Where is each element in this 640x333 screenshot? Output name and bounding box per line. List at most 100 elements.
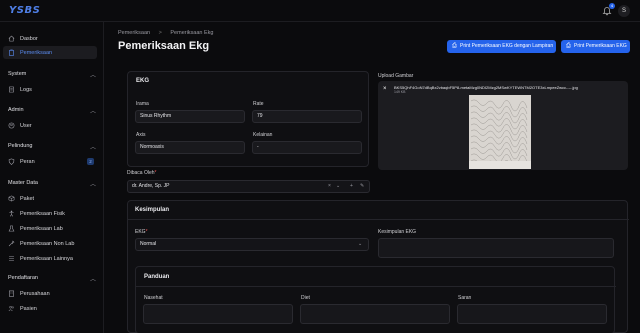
dibaca-oleh-label: Dibaca Oleh* xyxy=(127,170,157,176)
close-icon[interactable]: × xyxy=(383,86,387,92)
saran-field[interactable] xyxy=(457,304,607,324)
kesimpulan-ekg-field[interactable] xyxy=(378,238,614,258)
sidebar-item-label: Perusahaan xyxy=(20,290,50,297)
sidebar-group-system[interactable]: System ︿ xyxy=(8,70,96,79)
sidebar-item-dasbor[interactable]: Dasbor xyxy=(3,32,97,45)
sidebar-group-admin[interactable]: Admin ︿ xyxy=(8,106,96,115)
ekg-card-title: EKG xyxy=(136,78,150,84)
sidebar-item-user[interactable]: User xyxy=(3,119,97,132)
upload-dropzone[interactable]: × BKS5QhF4GoN7dBqBx2vbaqbF5P8-metaMzg0ND… xyxy=(378,81,628,170)
users-icon xyxy=(8,305,14,312)
edit-icon[interactable]: ✎ xyxy=(360,181,364,192)
sidebar-item-pasien[interactable]: Pasien xyxy=(3,302,97,315)
sidebar-group-label: Pelindung xyxy=(8,143,33,149)
ecg-image-preview[interactable] xyxy=(469,95,531,169)
irama-field[interactable]: Sinus Rhythm xyxy=(135,110,245,123)
axis-field[interactable]: Normoaxis xyxy=(135,141,245,154)
diet-label: Diet xyxy=(301,295,310,301)
flask-icon xyxy=(8,225,15,232)
irama-label: Irama xyxy=(136,101,149,107)
plus-icon[interactable]: + xyxy=(350,181,353,192)
kesimpulan-card-title: Kesimpulan xyxy=(135,207,170,213)
chevron-up-icon: ︿ xyxy=(89,182,96,188)
chevron-up-icon: ︿ xyxy=(89,73,96,79)
axis-label: Axis xyxy=(136,132,146,138)
sidebar: Dasbor Pemeriksaan System ︿ Logs Admin ︿… xyxy=(0,22,104,333)
sidebar-item-label: Pemeriksaan Non Lab xyxy=(20,240,75,247)
sidebar-item-pemeriksaan[interactable]: Pemeriksaan xyxy=(3,46,97,59)
rate-field[interactable]: 79 xyxy=(252,110,362,123)
print-label: Print Pemeriksaan EKG xyxy=(574,43,627,49)
breadcrumb-parent[interactable]: Pemeriksaan xyxy=(118,30,150,36)
sidebar-group-pelindung[interactable]: Pelindung ︿ xyxy=(8,142,96,151)
sidebar-group-master-data[interactable]: Master Data ︿ xyxy=(8,179,96,188)
chevron-up-icon: ︿ xyxy=(89,109,96,115)
count-badge: 2 xyxy=(87,158,94,165)
sidebar-item-perusahaan[interactable]: Perusahaan xyxy=(3,287,97,300)
divider xyxy=(136,286,616,287)
person-icon xyxy=(9,210,14,217)
building-icon xyxy=(9,290,14,297)
notification-badge: 4 xyxy=(609,3,615,9)
ekg-card: EKG Irama Sinus Rhythm Rate 79 Axis Norm… xyxy=(127,71,369,167)
breadcrumb-separator: > xyxy=(158,30,162,36)
avatar[interactable]: S xyxy=(618,5,630,17)
syringe-icon xyxy=(8,240,15,247)
home-icon xyxy=(8,35,15,42)
breadcrumb-current: Pemeriksaan Ekg xyxy=(170,30,214,36)
chevron-down-icon[interactable]: ⌄ xyxy=(358,239,362,250)
print-with-attachment-label: Print Pemeriksaan EKG dengan Lampiran xyxy=(460,43,554,49)
nasehat-field[interactable] xyxy=(143,304,293,324)
clear-icon[interactable]: × xyxy=(328,181,331,192)
app-logo[interactable]: YSBS xyxy=(9,5,40,16)
sidebar-item-paket[interactable]: Paket xyxy=(3,192,97,205)
dibaca-oleh-select[interactable]: dr. Andre, Sp. JP × ⌄ + ✎ xyxy=(127,180,370,193)
sidebar-group-label: Pendaftaran xyxy=(8,275,38,281)
sidebar-item-label: Pemeriksaan Lab xyxy=(20,225,63,232)
ecg-trace-image xyxy=(469,95,531,169)
log-icon xyxy=(9,86,14,93)
sidebar-item-label: Dasbor xyxy=(20,35,38,42)
page-title: Pemeriksaan Ekg xyxy=(118,40,210,52)
upload-file-size: 149 KB xyxy=(394,90,406,94)
nasehat-label: Nasehat xyxy=(144,295,163,301)
print-button[interactable]: ⎙ Print Pemeriksaan EKG xyxy=(561,40,630,53)
panduan-card: Panduan Nasehat Diet Saran xyxy=(135,266,616,333)
ekg-result-label: EKG* xyxy=(135,229,148,235)
diet-field[interactable] xyxy=(300,304,450,324)
list-icon xyxy=(9,256,14,261)
sidebar-item-peran[interactable]: Peran 2 xyxy=(3,155,97,168)
sidebar-item-logs[interactable]: Logs xyxy=(3,83,97,96)
kesimpulan-card: Kesimpulan EKG* Normal ⌄ Kesimpulan EKG … xyxy=(127,200,629,333)
sidebar-item-label: Paket xyxy=(20,195,35,202)
sidebar-item-label: Pemeriksaan xyxy=(20,49,53,56)
top-bar: YSBS 4 S xyxy=(0,0,640,22)
kelainan-label: Kelainan xyxy=(253,132,273,138)
print-with-attachment-button[interactable]: ⎙ Print Pemeriksaan EKG dengan Lampiran xyxy=(447,40,556,53)
chevron-up-icon: ︿ xyxy=(89,277,96,283)
sidebar-item-label: Pasien xyxy=(20,305,37,312)
sidebar-item-label: User xyxy=(20,122,32,129)
sidebar-group-label: Master Data xyxy=(8,180,38,186)
upload-label: Upload Gambar xyxy=(378,73,414,79)
shield-icon xyxy=(8,158,15,165)
panduan-title: Panduan xyxy=(144,274,170,280)
dibaca-oleh-label-text: Dibaca Oleh xyxy=(127,170,155,176)
rate-label: Rate xyxy=(253,101,264,107)
sidebar-item-pemeriksaan-non-lab[interactable]: Pemeriksaan Non Lab xyxy=(3,237,97,250)
breadcrumb: Pemeriksaan > Pemeriksaan Ekg xyxy=(118,30,221,36)
sidebar-item-label: Logs xyxy=(20,86,32,93)
sidebar-item-pemeriksaan-lab[interactable]: Pemeriksaan Lab xyxy=(3,222,97,235)
sidebar-group-label: System xyxy=(8,71,27,77)
ekg-result-select[interactable]: Normal ⌄ xyxy=(135,238,369,251)
sidebar-item-pemeriksaan-fisik[interactable]: Pemeriksaan Fisik xyxy=(3,207,97,220)
sidebar-item-pemeriksaan-lainnya[interactable]: Pemeriksaan Lainnya xyxy=(3,252,97,265)
printer-icon: ⎙ xyxy=(566,43,571,49)
dibaca-oleh-value: dr. Andre, Sp. JP xyxy=(132,183,170,189)
saran-label: Saran xyxy=(458,295,472,301)
sidebar-group-pendaftaran[interactable]: Pendaftaran ︿ xyxy=(8,274,96,283)
divider xyxy=(128,219,629,220)
user-icon xyxy=(8,122,15,129)
chevron-down-icon[interactable]: ⌄ xyxy=(336,181,340,192)
kelainan-field[interactable]: - xyxy=(252,141,362,154)
